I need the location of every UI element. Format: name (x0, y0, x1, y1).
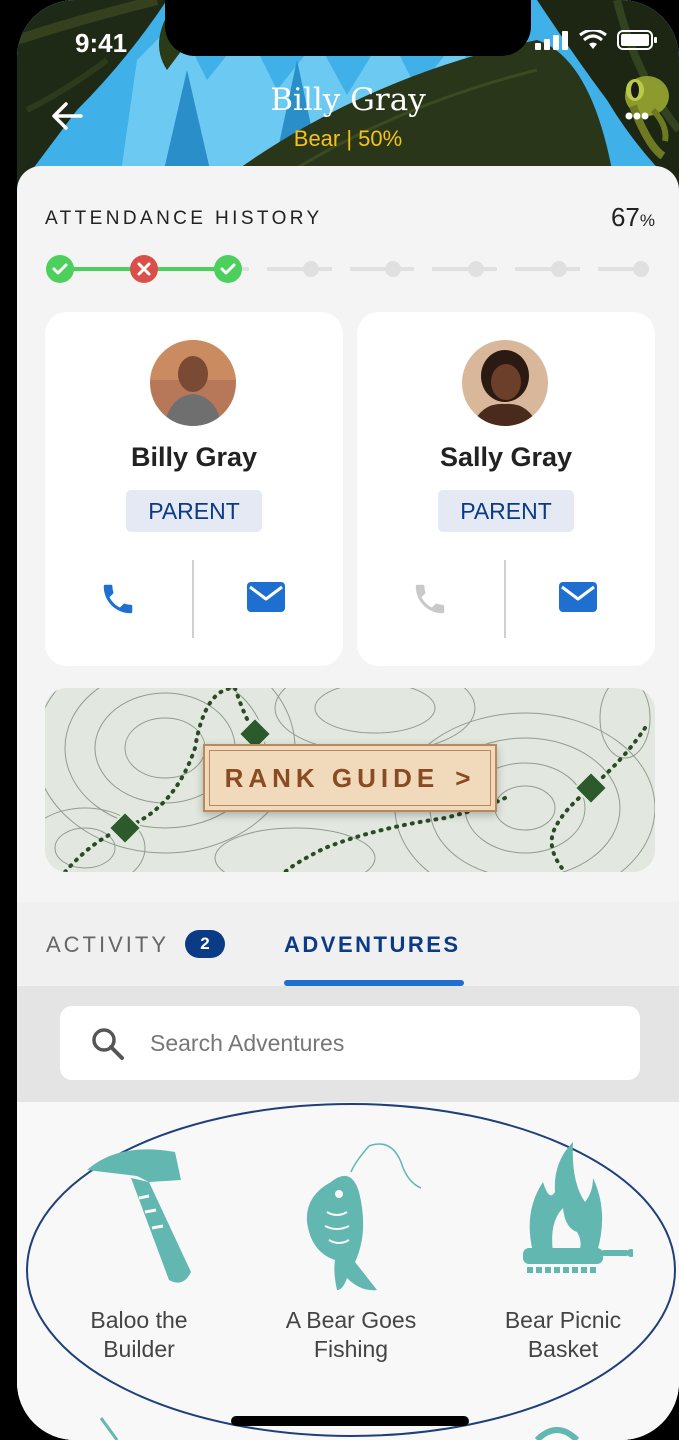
adventure-title-line1: Baloo the (90, 1307, 188, 1333)
content-panel: ATTENDANCE HISTORY 67% Billy Gray PARENT… (17, 166, 679, 1440)
search-area (17, 986, 679, 1102)
phone-screen: 9:41 Billy Gray Bear | 50% ATTENDANCE HI… (17, 0, 679, 1440)
contact-role-badge: PARENT (126, 490, 262, 532)
status-time: 9:41 (75, 28, 128, 58)
signal-icon (535, 31, 568, 50)
adventure-card[interactable]: Bear Picnic Basket (463, 1142, 663, 1364)
adventure-title: Bear Picnic Basket (463, 1306, 663, 1364)
tab-activity[interactable]: ACTIVITY (46, 932, 169, 958)
attendance-step-empty (633, 261, 649, 277)
phone-icon[interactable] (99, 580, 137, 618)
mail-icon[interactable] (559, 582, 597, 612)
attendance-percent-sign: % (639, 211, 655, 230)
attendance-track (46, 255, 649, 283)
tab-bar: ACTIVITY 2 ADVENTURES (17, 902, 679, 986)
status-icons (535, 30, 657, 50)
attendance-step-missed (130, 255, 158, 283)
attendance-percent: 67% (611, 202, 655, 233)
more-options-icon[interactable] (625, 112, 649, 120)
contact-name: Billy Gray (130, 442, 258, 472)
adventure-title-line2: Basket (527, 1336, 599, 1362)
rank-guide-button[interactable]: RANK GUIDE > (203, 744, 497, 812)
campfire-pan-icon (523, 1142, 633, 1273)
device-notch (165, 0, 531, 56)
adventure-title: A Bear Goes Fishing (251, 1306, 451, 1364)
contact-card-sally: Sally Gray PARENT (357, 312, 655, 666)
mail-icon[interactable] (247, 582, 285, 612)
adventure-title-line2: Fishing (313, 1336, 389, 1362)
avatar (150, 340, 236, 426)
adventures-grid: Baloo the Builder A Bear Goes Fishing Be… (17, 1102, 679, 1440)
contact-role-badge: PARENT (438, 490, 574, 532)
adventure-title-line1: Bear Picnic (504, 1307, 622, 1333)
divider (504, 560, 506, 638)
adventure-title-line2: Builder (103, 1336, 175, 1362)
adventure-title: Baloo the Builder (39, 1306, 239, 1364)
attendance-step-empty (385, 261, 401, 277)
page-title: Billy Gray (270, 82, 426, 118)
search-input[interactable] (150, 1020, 610, 1066)
tab-adventures[interactable]: ADVENTURES (284, 932, 461, 958)
activity-count-badge: 2 (185, 930, 225, 958)
attendance-step-empty (468, 261, 484, 277)
divider (192, 560, 194, 638)
attendance-history-label: ATTENDANCE HISTORY (45, 208, 323, 229)
attendance-step-attended (214, 255, 242, 283)
attendance-step-empty (303, 261, 319, 277)
attendance-step-empty (551, 261, 567, 277)
button-border (209, 750, 491, 806)
contact-card-billy: Billy Gray PARENT (45, 312, 343, 666)
hammer-icon (87, 1149, 191, 1283)
adventure-card[interactable]: Baloo the Builder (39, 1142, 239, 1364)
search-box (60, 1006, 640, 1080)
avatar (462, 340, 548, 426)
fish-icon (306, 1143, 421, 1291)
battery-icon (617, 30, 657, 50)
rank-progress-subtitle: Bear | 50% (293, 126, 403, 151)
wifi-icon (579, 30, 607, 49)
search-icon (92, 1028, 124, 1060)
rank-guide-map[interactable]: RANK GUIDE > (45, 688, 655, 872)
home-indicator[interactable] (231, 1416, 469, 1426)
contact-name: Sally Gray (439, 442, 573, 472)
attendance-step-attended (46, 255, 74, 283)
adventure-title-line1: A Bear Goes (285, 1307, 417, 1333)
adventure-card[interactable]: A Bear Goes Fishing (251, 1142, 451, 1364)
attendance-percent-value: 67 (610, 202, 640, 232)
phone-icon[interactable] (411, 580, 449, 618)
